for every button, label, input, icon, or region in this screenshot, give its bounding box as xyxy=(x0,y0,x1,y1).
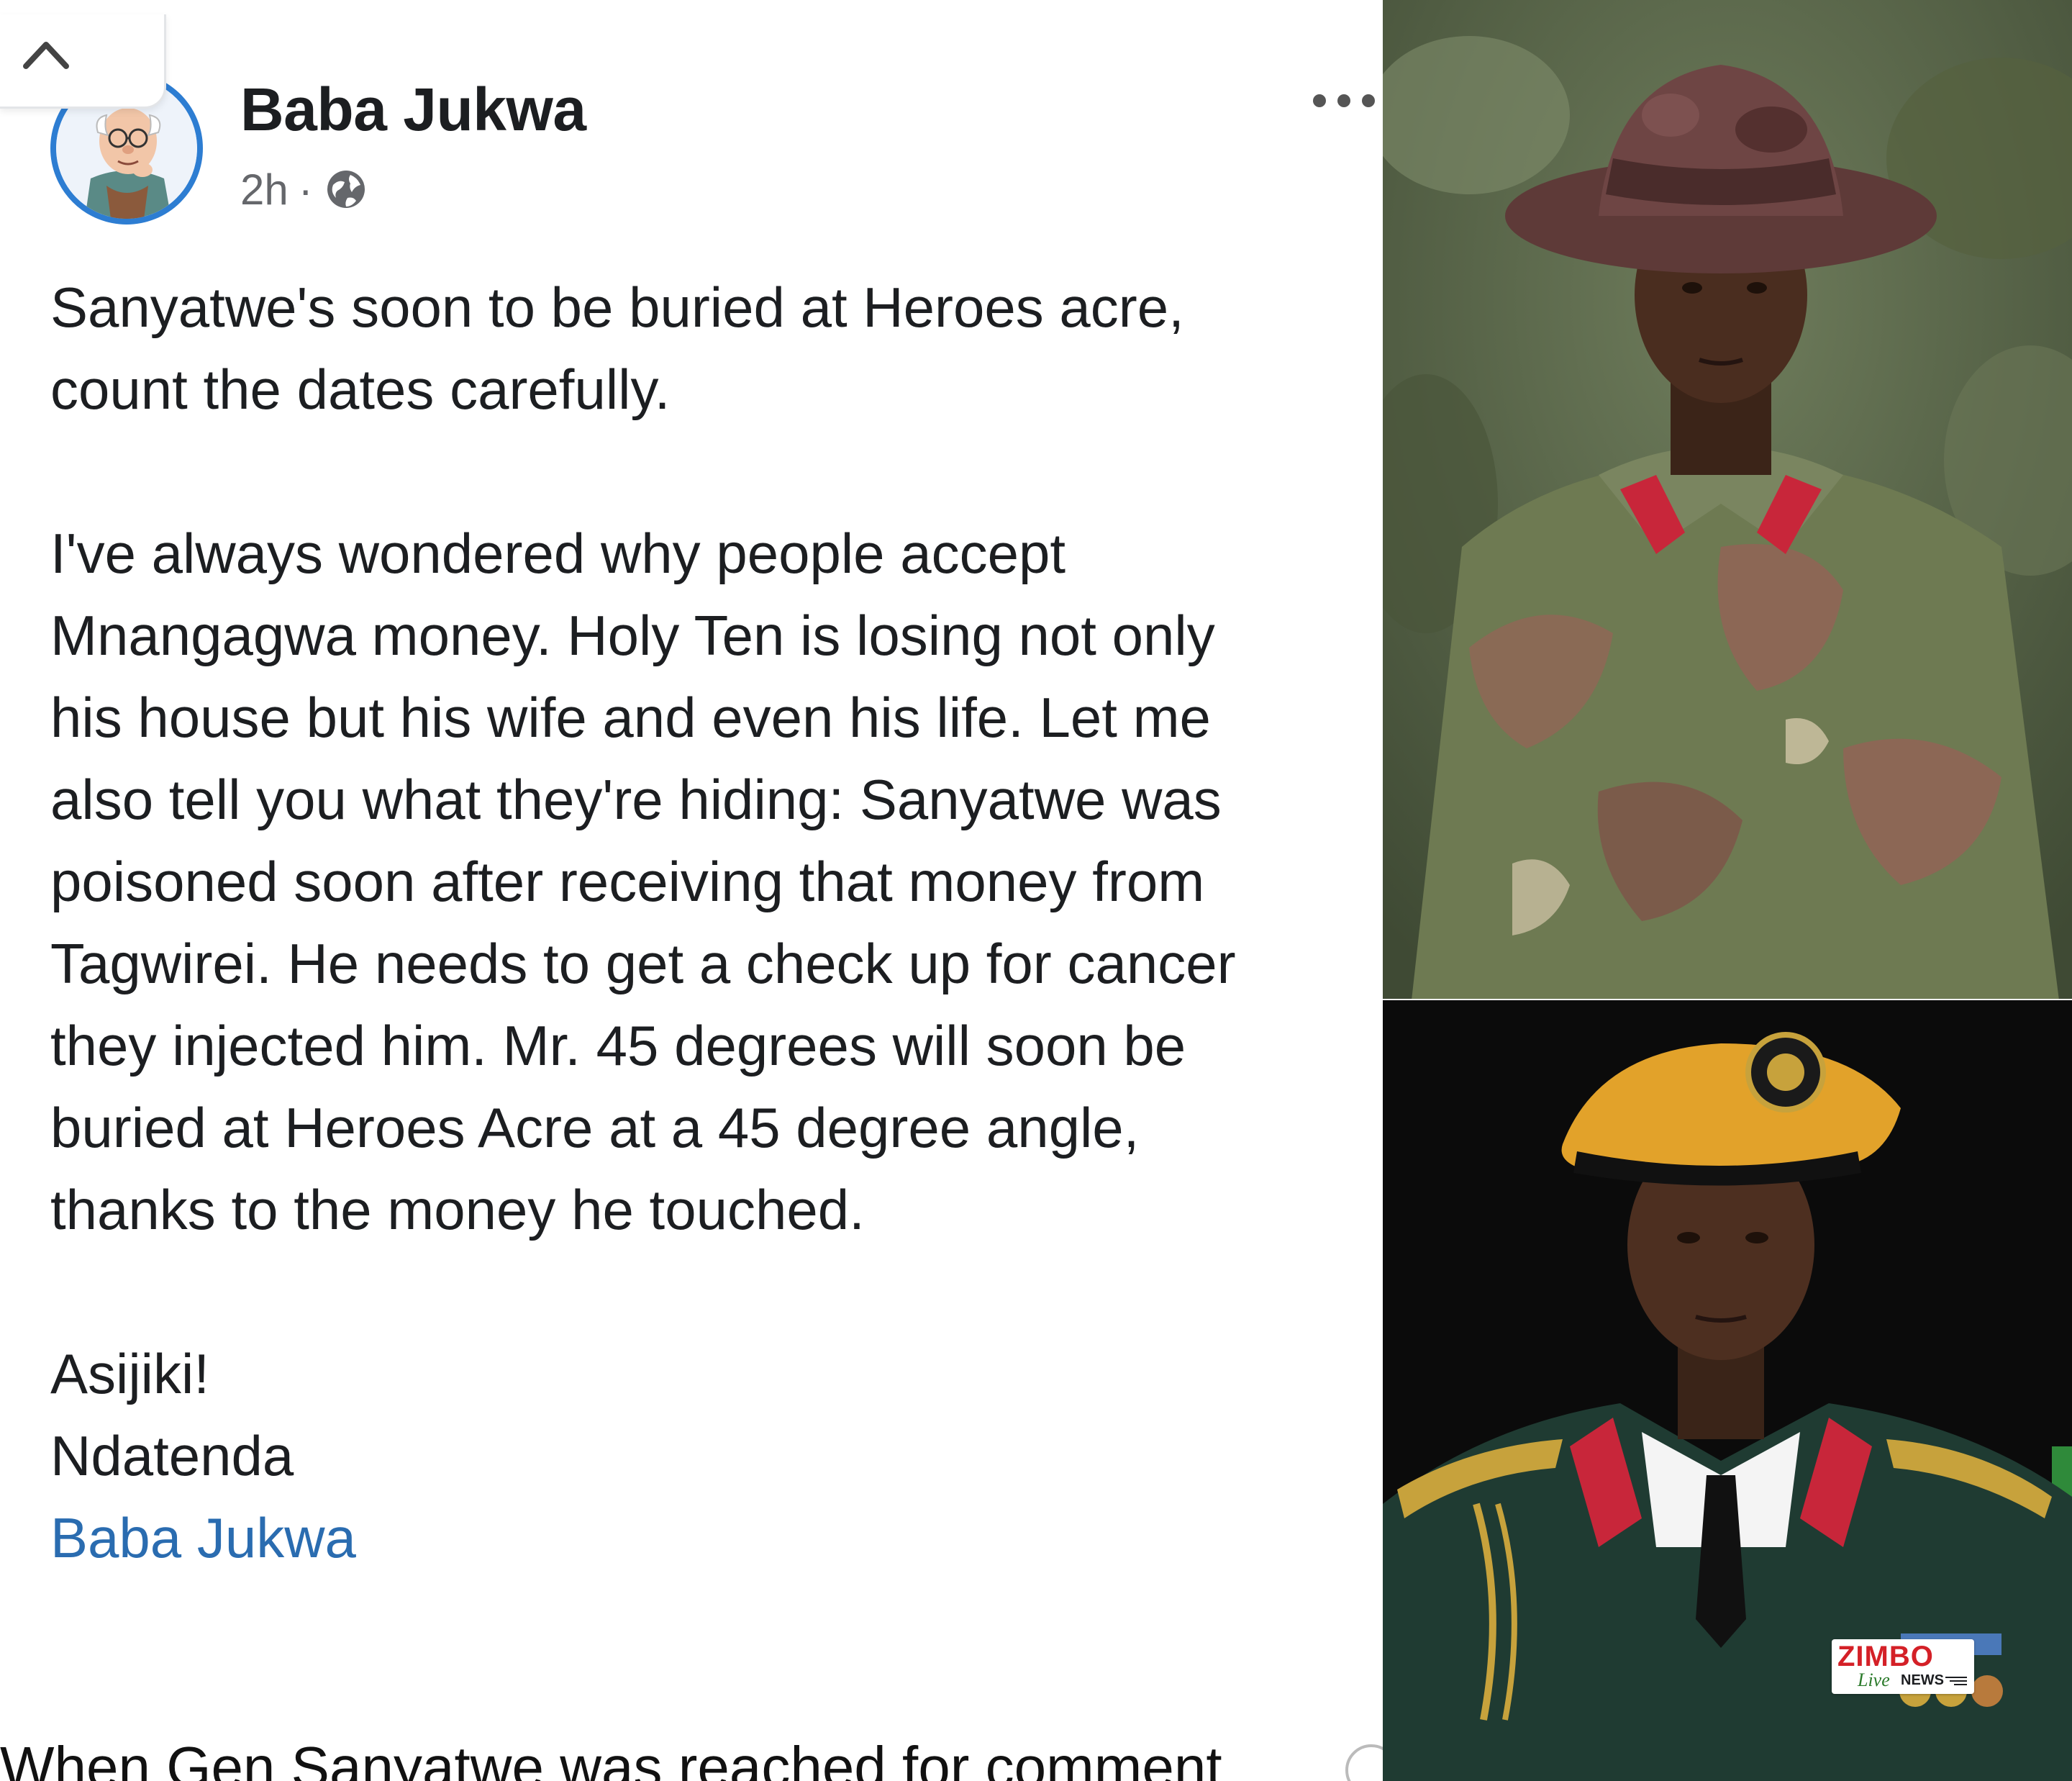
post-line: Mnangagwa money. Holy Ten is losing not … xyxy=(50,604,1215,667)
post-line: I've always wondered why people accept xyxy=(50,522,1066,585)
post-line: buried at Heroes Acre at a 45 degree ang… xyxy=(50,1096,1140,1159)
post-line: Sanyatwe's soon to be buried at Heroes a… xyxy=(50,276,1184,339)
post-line: they injected him. Mr. 45 degrees will s… xyxy=(50,1014,1186,1077)
chevron-up-icon xyxy=(23,42,69,69)
post-timestamp[interactable]: 2h xyxy=(240,165,288,214)
post-text: Sanyatwe's soon to be buried at Heroes a… xyxy=(50,266,1383,1579)
logo-brand-text: ZIMBO xyxy=(1837,1641,1934,1672)
logo-speed-lines xyxy=(1945,1677,1967,1685)
article-continuation-text: When Gen Sanyatwe was reached for commen… xyxy=(0,1735,1222,1781)
post-line: thanks to the money he touched. xyxy=(50,1178,865,1241)
more-horizontal-icon[interactable] xyxy=(1308,86,1383,115)
author-name[interactable]: Baba Jukwa xyxy=(240,75,586,145)
facebook-post: Baba Jukwa 2h · Sanyatwe's soon to be bu… xyxy=(0,0,1383,1781)
circle-chevron-icon[interactable] xyxy=(1342,1741,1383,1781)
meta-separator: · xyxy=(298,165,313,214)
logo-news-text: NEWS xyxy=(1901,1672,1944,1688)
signature-link[interactable]: Baba Jukwa xyxy=(50,1497,1383,1579)
collapse-button[interactable] xyxy=(0,14,166,109)
photo-soldier-camouflage xyxy=(1383,0,2072,1000)
logo-live-text: Live xyxy=(1858,1669,1890,1690)
post-line: Tagwirei. He needs to get a check up for… xyxy=(50,932,1236,995)
screenshot-composite: Baba Jukwa 2h · Sanyatwe's soon to be bu… xyxy=(0,0,2072,1781)
post-line: his house but his wife and even his life… xyxy=(50,686,1211,749)
post-line: Asijiki! xyxy=(50,1342,210,1405)
post-meta: 2h · xyxy=(240,164,369,214)
zimbo-live-news-logo: ZIMBO Live NEWS xyxy=(1832,1639,1974,1694)
post-line: count the dates carefully. xyxy=(50,358,671,421)
globe-icon[interactable] xyxy=(323,166,369,212)
post-line: also tell you what they're hiding: Sanya… xyxy=(50,768,1222,831)
post-line: Ndatenda xyxy=(50,1424,294,1487)
post-line: poisoned soon after receiving that money… xyxy=(50,850,1205,913)
